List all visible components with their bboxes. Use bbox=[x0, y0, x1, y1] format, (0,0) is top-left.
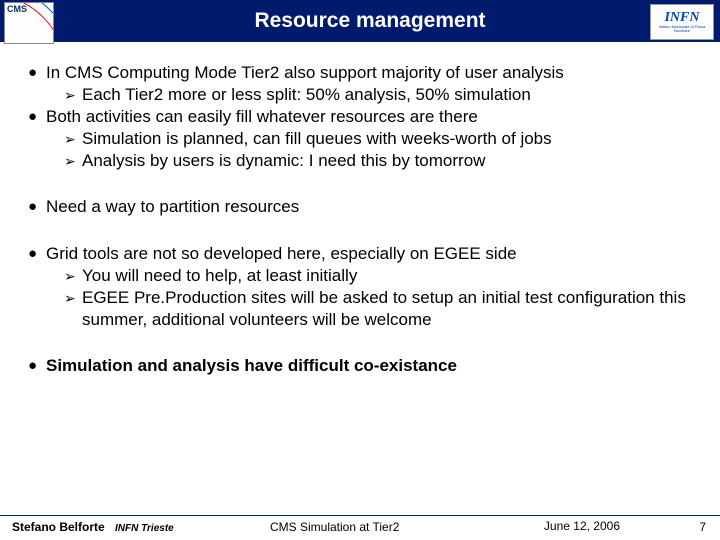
infn-logo-text: INFN bbox=[664, 11, 699, 25]
disc-bullet-icon: ● bbox=[28, 196, 46, 218]
footer: Stefano Belforte INFN Trieste CMS Simula… bbox=[0, 512, 720, 540]
disc-bullet-icon: ● bbox=[28, 62, 46, 84]
infn-logo-sub: Istituto Nazionale di Fisica Nucleare bbox=[651, 25, 713, 33]
bullet-group: ● In CMS Computing Mode Tier2 also suppo… bbox=[28, 62, 698, 172]
footer-date: June 12, 2006 bbox=[544, 519, 620, 533]
disc-bullet-icon: ● bbox=[28, 106, 46, 128]
footer-page-number: 7 bbox=[699, 520, 706, 534]
bullet-text: Both activities can easily fill whatever… bbox=[46, 106, 698, 128]
bullet-item: ● Grid tools are not so developed here, … bbox=[28, 243, 698, 265]
bullet-text: In CMS Computing Mode Tier2 also support… bbox=[46, 62, 698, 84]
bullet-text: Simulation and analysis have difficult c… bbox=[46, 355, 698, 377]
arrow-bullet-icon: ➢ bbox=[64, 128, 82, 150]
bullet-item: ● In CMS Computing Mode Tier2 also suppo… bbox=[28, 62, 698, 84]
bullet-text: Need a way to partition resources bbox=[46, 196, 698, 218]
bullet-text: Simulation is planned, can fill queues w… bbox=[82, 128, 698, 150]
slide-title: Resource management bbox=[254, 9, 485, 33]
disc-bullet-icon: ● bbox=[28, 355, 46, 377]
cms-logo: CMS bbox=[4, 2, 54, 44]
infn-logo: INFN Istituto Nazionale di Fisica Nuclea… bbox=[650, 4, 714, 40]
sub-bullet-item: ➢ EGEE Pre.Production sites will be aske… bbox=[64, 287, 698, 331]
bullet-text: Analysis by users is dynamic: I need thi… bbox=[82, 150, 698, 172]
footer-author: Stefano Belforte bbox=[12, 520, 105, 534]
bullet-text: Grid tools are not so developed here, es… bbox=[46, 243, 698, 265]
footer-institute: INFN Trieste bbox=[115, 523, 174, 534]
bullet-item: ● Both activities can easily fill whatev… bbox=[28, 106, 698, 128]
disc-bullet-icon: ● bbox=[28, 243, 46, 265]
sub-bullet-item: ➢ You will need to help, at least initia… bbox=[64, 265, 698, 287]
sub-bullet-item: ➢ Simulation is planned, can fill queues… bbox=[64, 128, 698, 150]
header-bar: CMS Resource management INFN Istituto Na… bbox=[0, 0, 720, 42]
footer-divider bbox=[0, 515, 720, 517]
sub-bullet-item: ➢ Analysis by users is dynamic: I need t… bbox=[64, 150, 698, 172]
arrow-bullet-icon: ➢ bbox=[64, 265, 82, 287]
bullet-item: ● Need a way to partition resources bbox=[28, 196, 698, 218]
sub-bullet-item: ➢ Each Tier2 more or less split: 50% ana… bbox=[64, 84, 698, 106]
bullet-text: Each Tier2 more or less split: 50% analy… bbox=[82, 84, 698, 106]
slide-content: ● In CMS Computing Mode Tier2 also suppo… bbox=[28, 62, 698, 401]
bullet-group: ● Need a way to partition resources bbox=[28, 196, 698, 218]
bullet-text: EGEE Pre.Production sites will be asked … bbox=[82, 287, 698, 331]
bullet-group: ● Simulation and analysis have difficult… bbox=[28, 355, 698, 377]
arrow-bullet-icon: ➢ bbox=[64, 84, 82, 106]
bullet-item: ● Simulation and analysis have difficult… bbox=[28, 355, 698, 377]
bullet-text: You will need to help, at least initiall… bbox=[82, 265, 698, 287]
arrow-bullet-icon: ➢ bbox=[64, 150, 82, 172]
footer-title: CMS Simulation at Tier2 bbox=[270, 520, 399, 534]
arrow-bullet-icon: ➢ bbox=[64, 287, 82, 331]
bullet-group: ● Grid tools are not so developed here, … bbox=[28, 243, 698, 331]
